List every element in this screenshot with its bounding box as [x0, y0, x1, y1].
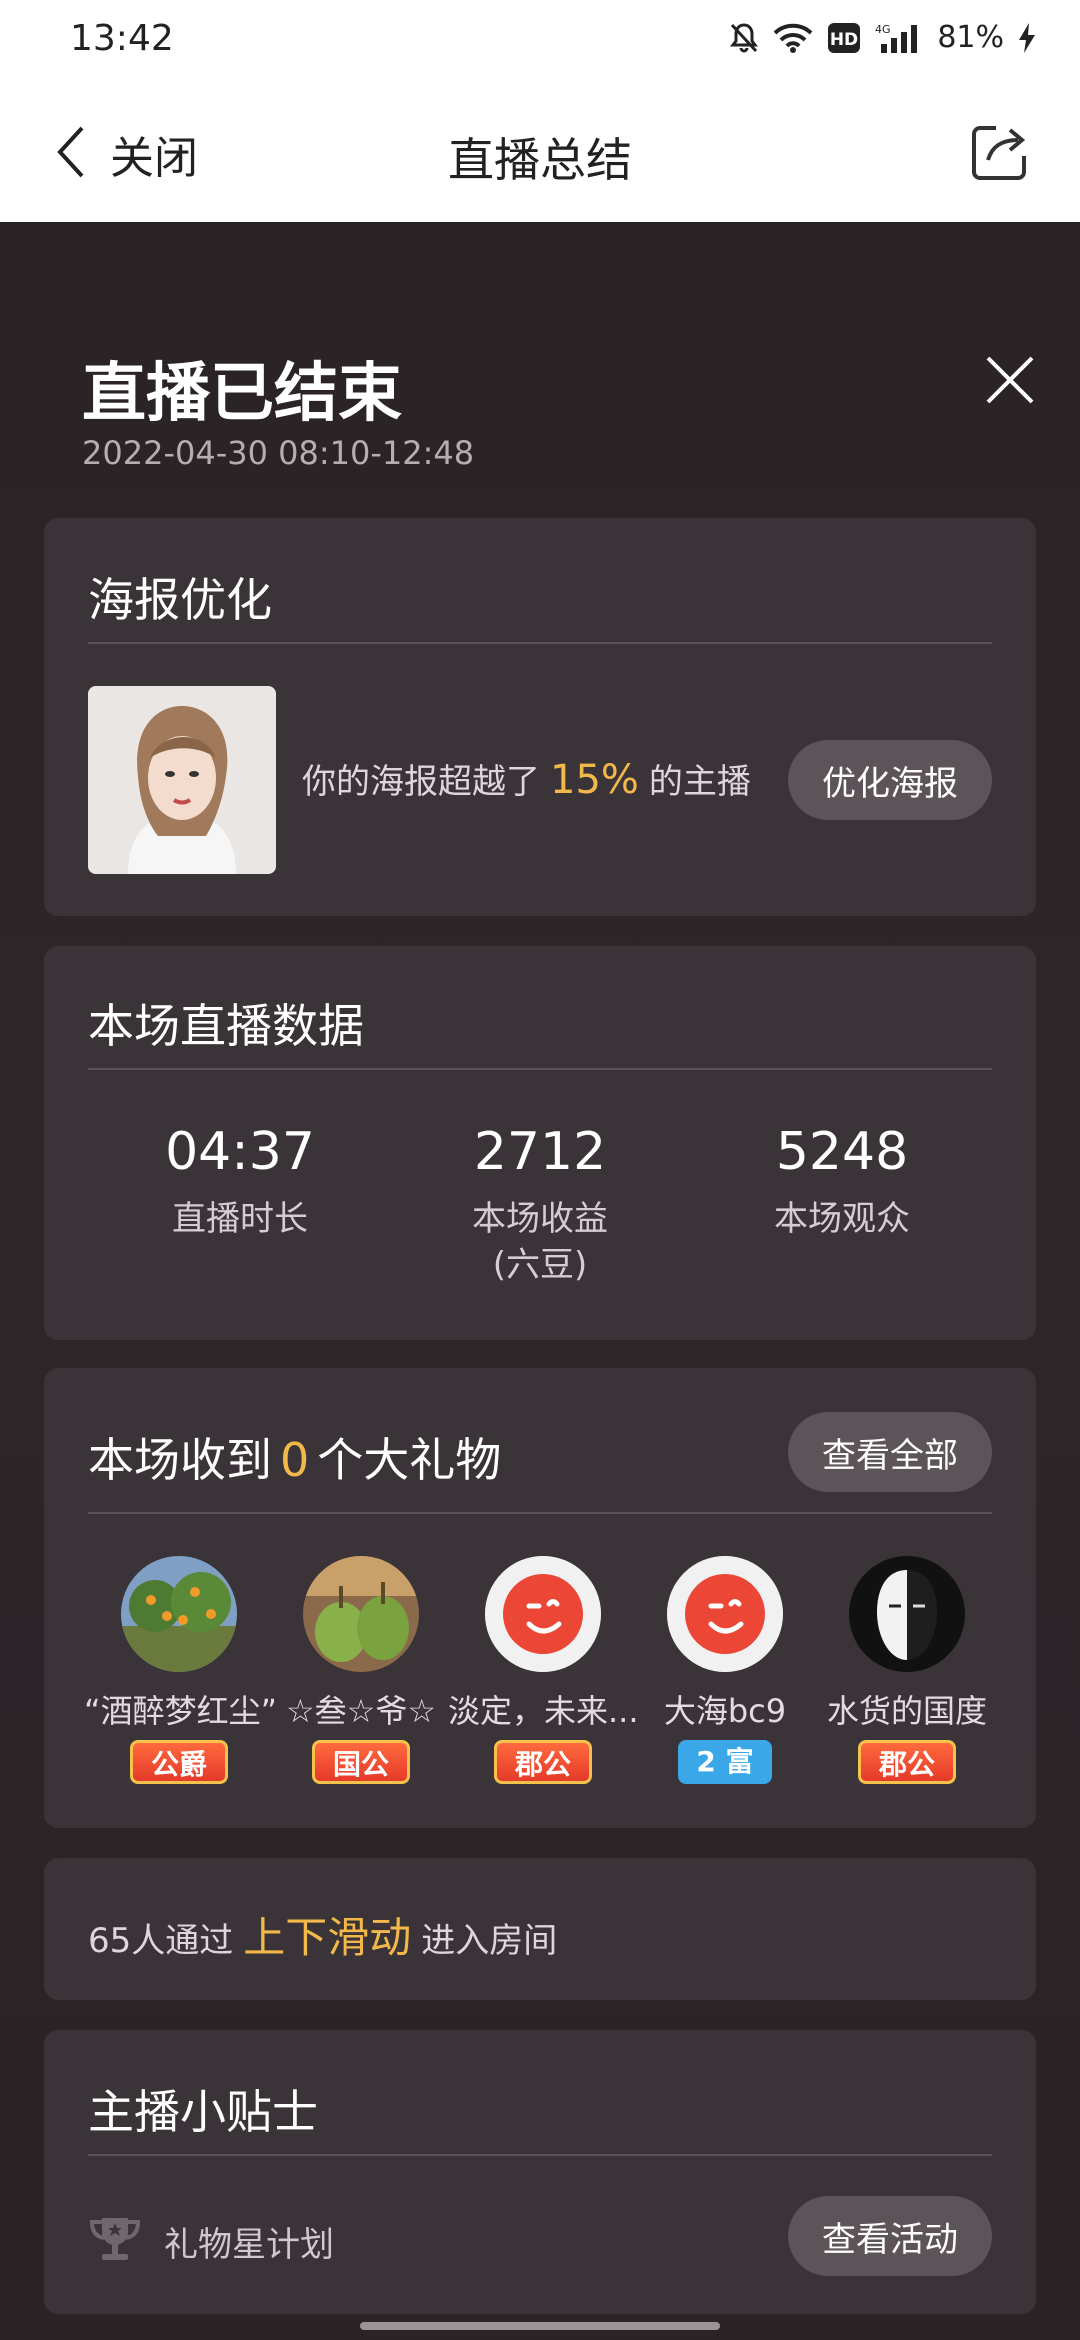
- close-icon: [986, 356, 1034, 404]
- charging-icon: [1018, 22, 1036, 54]
- donor-avatar: [121, 1556, 237, 1672]
- live-data-card: 本场直播数据 04:37 直播时长 2712 本场收益 (六豆) 5248 本场…: [44, 946, 1036, 1340]
- share-button[interactable]: [968, 120, 1032, 184]
- swipe-text-before: 65人通过: [88, 1921, 234, 1961]
- stat-duration: 04:37 直播时长: [90, 1122, 390, 1242]
- donor-avatar: [849, 1556, 965, 1672]
- optimize-poster-button[interactable]: 优化海报: [788, 740, 992, 820]
- stat-label: 直播时长: [172, 1199, 308, 1239]
- home-indicator[interactable]: [360, 2322, 720, 2330]
- stat-value: 5248: [775, 1122, 909, 1182]
- hd-icon: HD: [827, 22, 861, 54]
- gifts-title-after: 个大礼物: [317, 1433, 502, 1487]
- navigation-bar: 关闭 直播总结: [0, 100, 1080, 210]
- close-button[interactable]: [980, 350, 1040, 410]
- donor-avatar: [485, 1556, 601, 1672]
- stat-earnings: 2712 本场收益 (六豆): [390, 1122, 690, 1288]
- stat-value: 04:37: [165, 1122, 315, 1182]
- swipe-highlight: 上下滑动: [243, 1913, 412, 1962]
- swipe-entry-card: 65人通过 上下滑动 进入房间: [44, 1858, 1036, 2000]
- live-data-title: 本场直播数据: [88, 999, 364, 1053]
- divider: [88, 1068, 992, 1070]
- poster-optimization-card: 海报优化 你的海报超越了 15% 的主播 优化海报: [44, 518, 1036, 916]
- donor-item[interactable]: 淡定，未来... 郡公: [448, 1556, 638, 1784]
- poster-text-after: 的主播: [648, 762, 751, 802]
- signal-type-label: 4G: [875, 23, 891, 36]
- gifts-title-before: 本场收到: [88, 1433, 272, 1487]
- trophy-icon: [88, 2214, 142, 2268]
- mute-bell-icon: [729, 22, 759, 54]
- poster-thumbnail: [88, 686, 276, 874]
- stat-label: 本场观众: [774, 1199, 910, 1239]
- live-summary-content: 直播已结束 2022-04-30 08:10-12:48 海报优化 你的海报超越…: [0, 222, 1080, 2340]
- swipe-entry-text: 65人通过 上下滑动 进入房间: [88, 1904, 557, 1965]
- tips-title: 主播小贴士: [88, 2085, 318, 2139]
- gifts-count: 0: [280, 1433, 310, 1487]
- stat-value: 2712: [473, 1122, 607, 1182]
- poster-text-before: 你的海报超越了: [302, 762, 540, 802]
- signal-icon: 4G: [875, 22, 923, 54]
- donor-item[interactable]: 大海bc9 2 富: [630, 1556, 820, 1784]
- donor-name: 水货的国度: [826, 1692, 987, 1730]
- streamer-tips-card: 主播小贴士 礼物星计划 查看活动: [44, 2030, 1036, 2314]
- donor-item[interactable]: “酒醉梦红尘” 公爵: [84, 1556, 274, 1784]
- page-title: 直播总结: [448, 133, 632, 187]
- view-activity-button[interactable]: 查看活动: [788, 2196, 992, 2276]
- status-icons: HD 4G 81%: [729, 20, 1036, 55]
- divider: [88, 642, 992, 644]
- donor-item[interactable]: 水货的国度 郡公: [812, 1556, 1002, 1784]
- donor-avatar: [667, 1556, 783, 1672]
- donor-avatar: [303, 1556, 419, 1672]
- live-ended-title: 直播已结束: [82, 357, 402, 431]
- donor-name: 淡定，未来...: [448, 1692, 638, 1730]
- big-gifts-title: 本场收到 0 个大礼物: [88, 1424, 501, 1490]
- stat-label: 本场收益 (六豆): [472, 1199, 608, 1285]
- tip-label: 礼物星计划: [164, 2224, 334, 2265]
- poster-percent: 15%: [550, 757, 639, 803]
- donor-item[interactable]: ☆叁☆爷☆ 国公: [266, 1556, 456, 1784]
- donor-name: “酒醉梦红尘”: [84, 1692, 274, 1730]
- share-icon: [972, 126, 1026, 180]
- top-bar: 13:42 HD 4G 81% 关闭 直播总结: [0, 0, 1080, 222]
- svg-text:HD: HD: [830, 30, 858, 50]
- donor-badge: 2 富: [678, 1740, 772, 1784]
- donor-badge: 国公: [311, 1740, 410, 1784]
- donor-badge: 郡公: [493, 1740, 592, 1784]
- poster-card-title: 海报优化: [88, 573, 272, 627]
- donor-name: ☆叁☆爷☆: [285, 1692, 437, 1730]
- view-all-button[interactable]: 查看全部: [788, 1412, 992, 1492]
- battery-level: 81%: [937, 20, 1004, 55]
- divider: [88, 1512, 992, 1514]
- live-time-range: 2022-04-30 08:10-12:48: [82, 434, 475, 472]
- status-time: 13:42: [70, 18, 174, 59]
- swipe-text-after: 进入房间: [421, 1921, 558, 1961]
- status-bar: 13:42 HD 4G 81%: [0, 0, 1080, 84]
- poster-rank-text: 你的海报超越了 15% 的主播: [302, 754, 751, 803]
- divider: [88, 2154, 992, 2156]
- donor-badge: 郡公: [857, 1740, 956, 1784]
- big-gifts-card: 本场收到 0 个大礼物 查看全部 “酒醉梦红尘” 公爵 ☆叁☆爷☆ 国公 淡定，…: [44, 1368, 1036, 1828]
- wifi-icon: [773, 23, 813, 53]
- donor-badge: 公爵: [129, 1740, 228, 1784]
- tip-item: 礼物星计划: [88, 2214, 334, 2268]
- stat-audience: 5248 本场观众: [692, 1122, 992, 1242]
- donor-name: 大海bc9: [663, 1692, 787, 1730]
